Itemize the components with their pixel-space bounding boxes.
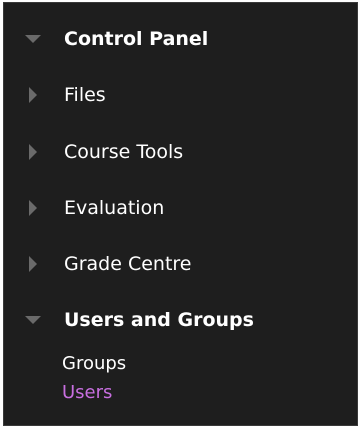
menu-item-label: Evaluation [64, 197, 165, 219]
control-panel: Control Panel Files Course Tools Evaluat… [3, 2, 358, 426]
menu-item-course-tools[interactable]: Course Tools [4, 132, 357, 172]
menu-section-users-and-groups[interactable]: Users and Groups [4, 300, 357, 340]
caret-right-icon [24, 199, 42, 217]
menu-item-evaluation[interactable]: Evaluation [4, 188, 357, 228]
control-panel-title: Control Panel [64, 28, 209, 50]
menu-item-label: Course Tools [64, 141, 184, 163]
caret-down-icon [24, 30, 42, 48]
caret-right-icon [24, 86, 42, 104]
menu-item-label: Grade Centre [64, 253, 192, 275]
menu-item-files[interactable]: Files [4, 75, 357, 115]
caret-right-icon [24, 255, 42, 273]
caret-right-icon [24, 143, 42, 161]
menu-item-grade-centre[interactable]: Grade Centre [4, 244, 357, 284]
control-panel-header[interactable]: Control Panel [4, 19, 357, 59]
menu-item-label: Files [64, 84, 106, 106]
submenu-item-users[interactable]: Users [62, 382, 112, 403]
menu-section-label: Users and Groups [64, 309, 254, 331]
submenu-item-groups[interactable]: Groups [62, 353, 126, 374]
caret-down-icon [24, 311, 42, 329]
